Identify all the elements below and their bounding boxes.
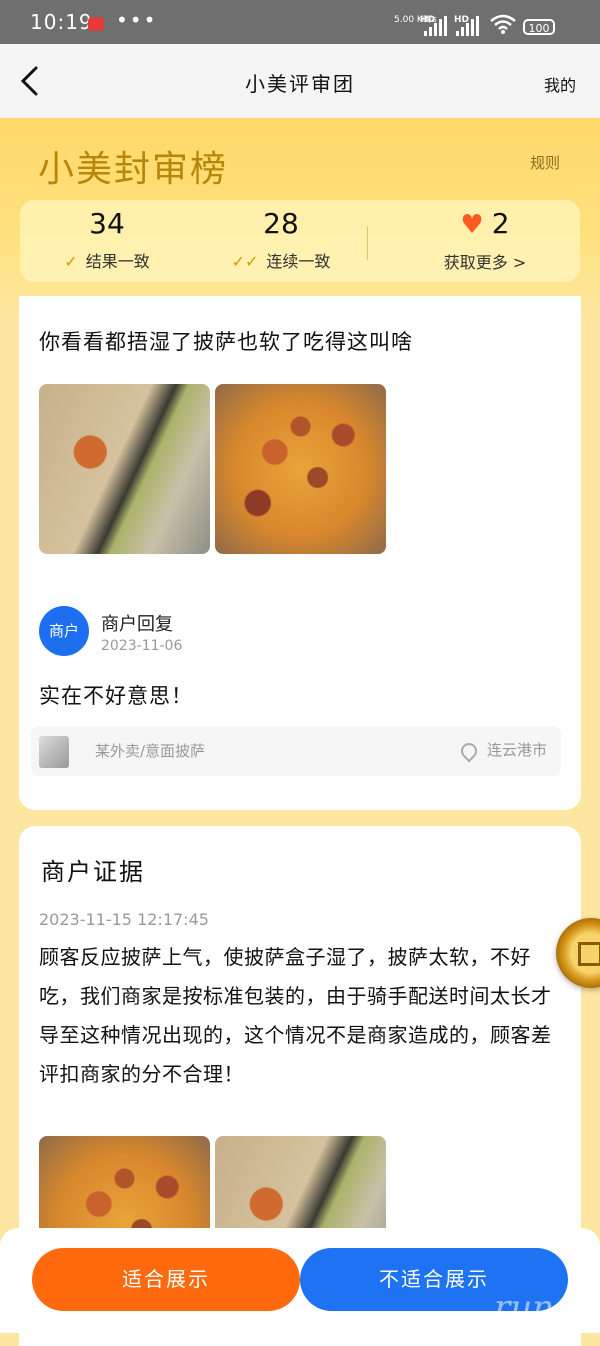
page-title: 小美评审团 — [245, 72, 355, 96]
stat-result-match: 34 ✓ 结果一致 — [32, 206, 182, 272]
clock: 10:19 — [30, 10, 93, 34]
battery-icon: 100 — [523, 19, 555, 35]
stat-label: 连续一致 — [266, 252, 331, 271]
store-info-bar[interactable]: 某外卖/意面披萨 连云港市 — [31, 726, 561, 776]
evidence-timestamp: 2023-11-15 12:17:45 — [39, 910, 209, 929]
review-card: 你看看都捂湿了披萨也软了吃得这叫啥 商户 商户回复 2023-11-06 实在不… — [19, 296, 581, 810]
review-photo-1[interactable] — [39, 384, 210, 554]
app-notification-icon — [88, 17, 104, 31]
ranking-title: 小美封审榜 — [38, 149, 229, 190]
stat-value: 34 — [89, 207, 125, 240]
stats-panel: 34 ✓ 结果一致 28 ✓✓ 连续一致 ♥ 2 获取更多 > — [20, 200, 580, 282]
stats-divider — [367, 226, 368, 260]
store-category: 某外卖/意面披萨 — [95, 742, 206, 760]
more-notifications-icon: ••• — [116, 8, 158, 32]
wifi-icon — [490, 14, 516, 34]
review-photo-2[interactable] — [215, 384, 386, 554]
evidence-text: 顾客反应披萨上气，使披萨盒子湿了，披萨太软，不好吃，我们商家是按标准包装的，由于… — [39, 945, 552, 1086]
store-thumbnail — [39, 736, 69, 768]
merchant-reply-date: 2023-11-06 — [101, 638, 183, 654]
stat-value: 2 — [491, 207, 510, 240]
store-location: 连云港市 — [486, 741, 547, 759]
status-bar: 10:19 ••• 5.00 KB/s HD HD 100 — [0, 0, 600, 44]
location-pin-icon — [457, 739, 481, 762]
ranking-header: 小美封审榜 规则 34 ✓ 结果一致 28 ✓✓ 连续一致 ♥ 2 获取更多 > — [0, 118, 600, 318]
merchant-reply-title: 商户回复 — [101, 614, 173, 635]
approve-button[interactable]: 适合展示 — [32, 1248, 300, 1311]
watermark-logo: run — [494, 1288, 555, 1328]
check-icon: ✓ — [64, 252, 78, 271]
signal-icon-2 — [456, 16, 479, 36]
stat-consecutive-match: 28 ✓✓ 连续一致 — [206, 206, 356, 272]
stat-label: 结果一致 — [85, 252, 150, 271]
stat-value: 28 — [263, 207, 299, 240]
rules-link[interactable]: 规则 — [530, 152, 560, 173]
merchant-avatar: 商户 — [39, 606, 89, 656]
nav-bar: 小美评审团 我的 — [0, 44, 600, 118]
stat-hearts[interactable]: ♥ 2 获取更多 > — [410, 206, 560, 273]
signal-icon — [424, 16, 447, 36]
double-check-icon: ✓✓ — [231, 252, 259, 271]
merchant-reply-text: 实在不好意思！ — [39, 684, 193, 708]
get-more-link[interactable]: 获取更多 > — [410, 249, 560, 273]
review-text: 你看看都捂湿了披萨也软了吃得这叫啥 — [39, 330, 413, 354]
my-profile-link[interactable]: 我的 — [544, 72, 576, 96]
evidence-heading: 商户证据 — [41, 858, 145, 886]
heart-icon: ♥ — [460, 210, 484, 240]
